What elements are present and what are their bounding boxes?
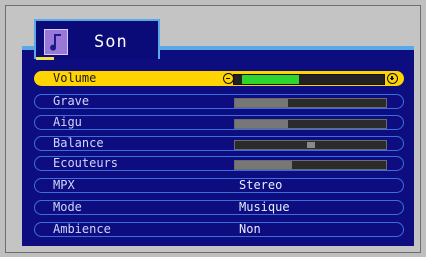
menu-row-ambience[interactable]: Ambience Non (34, 222, 404, 237)
row-label: MPX (53, 178, 75, 192)
menu-row-mode[interactable]: Mode Musique (34, 200, 404, 215)
tab-active-indicator (36, 57, 54, 60)
slider-fill (242, 75, 299, 84)
slider-knob[interactable] (307, 142, 315, 148)
aigu-slider[interactable] (234, 119, 387, 129)
menu-row-mpx[interactable]: MPX Stereo (34, 178, 404, 193)
menu-row-grave[interactable]: Grave (34, 94, 404, 109)
music-note-icon (44, 29, 68, 55)
balance-slider[interactable] (234, 140, 387, 150)
row-label: Aigu (53, 115, 82, 129)
slider-fill (235, 120, 288, 128)
row-value: Stereo (239, 178, 283, 192)
row-label: Ambience (53, 222, 111, 236)
row-value: Non (239, 222, 261, 236)
row-label: Ecouteurs (53, 156, 119, 170)
increase-icon[interactable] (387, 73, 398, 84)
row-value: Musique (239, 200, 290, 214)
menu-row-balance[interactable]: Balance (34, 136, 404, 151)
grave-slider[interactable] (234, 98, 387, 108)
row-label: Mode (53, 200, 82, 214)
menu-row-aigu[interactable]: Aigu (34, 115, 404, 130)
row-label: Volume (53, 71, 97, 85)
volume-slider[interactable] (233, 74, 385, 85)
tab-title: Son (94, 32, 128, 52)
row-label: Balance (53, 136, 104, 150)
menu-row-ecouteurs[interactable]: Ecouteurs (34, 156, 404, 171)
row-label: Grave (53, 94, 90, 108)
slider-fill (235, 161, 292, 169)
slider-fill (235, 99, 288, 107)
menu-row-volume[interactable]: Volume (34, 71, 404, 86)
ecouteurs-slider[interactable] (234, 160, 387, 170)
